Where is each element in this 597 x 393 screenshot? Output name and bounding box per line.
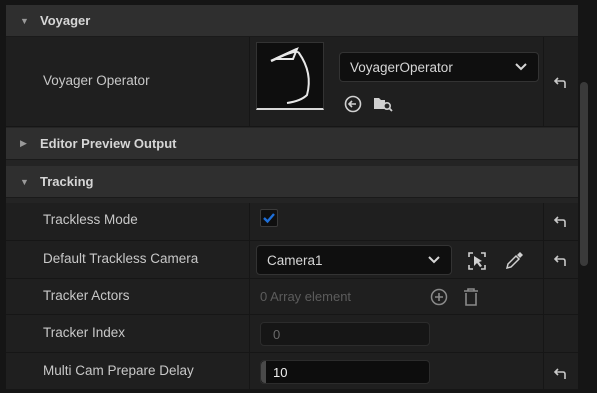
collapsed-arrow-icon: ▶	[20, 138, 27, 148]
reset-to-default-icon[interactable]	[551, 215, 571, 231]
select-actor-icon[interactable]	[467, 251, 487, 271]
column-divider	[249, 241, 250, 278]
eyedropper-icon[interactable]	[504, 251, 524, 271]
section-title: Editor Preview Output	[40, 136, 177, 151]
column-divider-right	[543, 203, 544, 240]
camera-combo[interactable]: Camera1	[256, 245, 452, 275]
combo-value: Camera1	[267, 252, 323, 268]
voyager-operator-row: Voyager Operator VoyagerOperator	[6, 37, 578, 127]
column-divider-right	[543, 353, 544, 389]
section-tracking[interactable]: ▼ Tracking	[6, 166, 578, 198]
column-divider	[249, 279, 250, 314]
column-divider	[249, 315, 250, 352]
property-label: Tracker Index	[43, 325, 126, 340]
voyager-operator-thumbnail-icon	[270, 47, 310, 104]
tracker-index-field[interactable]: 0	[260, 322, 430, 346]
column-divider	[249, 203, 250, 240]
expanded-arrow-icon: ▼	[20, 15, 29, 26]
property-label: Tracker Actors	[43, 288, 130, 303]
column-divider-right	[543, 241, 544, 278]
default-trackless-camera-row: Default Trackless Camera Camera1	[6, 241, 578, 279]
browse-icon[interactable]	[373, 95, 393, 113]
details-panel: ▼ Voyager Voyager Operator VoyagerOperat…	[6, 5, 578, 390]
reset-to-default-icon[interactable]	[551, 254, 571, 270]
property-label: Voyager Operator	[43, 73, 150, 88]
section-title: Tracking	[40, 174, 94, 189]
property-label: Default Trackless Camera	[43, 251, 199, 266]
add-element-icon[interactable]	[430, 288, 448, 306]
chevron-down-icon	[428, 256, 440, 264]
section-voyager[interactable]: ▼ Voyager	[6, 5, 578, 37]
column-divider-right	[543, 37, 544, 126]
trackless-mode-checkbox[interactable]	[260, 209, 278, 227]
field-value: 10	[273, 364, 288, 380]
reset-to-default-icon[interactable]	[551, 76, 571, 92]
multi-cam-delay-field[interactable]: 10	[260, 360, 430, 384]
voyager-operator-combo[interactable]: VoyagerOperator	[339, 52, 539, 82]
expanded-arrow-icon: ▼	[20, 176, 29, 187]
reset-to-default-icon[interactable]	[551, 367, 571, 383]
column-divider-right	[543, 279, 544, 314]
section-title: Voyager	[40, 13, 91, 28]
tracker-actors-row: Tracker Actors 0 Array element	[6, 279, 578, 315]
column-divider-right	[543, 315, 544, 352]
use-selected-icon[interactable]	[344, 95, 362, 113]
asset-thumbnail[interactable]	[256, 42, 324, 110]
column-divider	[249, 37, 250, 126]
tracker-index-row: Tracker Index 0	[6, 315, 578, 353]
array-count: 0 Array element	[260, 289, 352, 304]
trackless-mode-row: Trackless Mode	[6, 203, 578, 241]
checkmark-icon	[263, 213, 275, 224]
empty-array-icon[interactable]	[462, 287, 480, 307]
chevron-down-icon	[515, 63, 527, 71]
vertical-scrollbar[interactable]	[580, 82, 588, 266]
combo-value: VoyagerOperator	[350, 59, 453, 75]
multi-cam-prepare-delay-row: Multi Cam Prepare Delay 10	[6, 353, 578, 390]
section-editor-preview-output[interactable]: ▶ Editor Preview Output	[6, 128, 578, 160]
field-value: 0	[273, 326, 281, 342]
property-label: Trackless Mode	[43, 212, 138, 227]
property-label: Multi Cam Prepare Delay	[43, 363, 194, 378]
column-divider	[249, 353, 250, 389]
